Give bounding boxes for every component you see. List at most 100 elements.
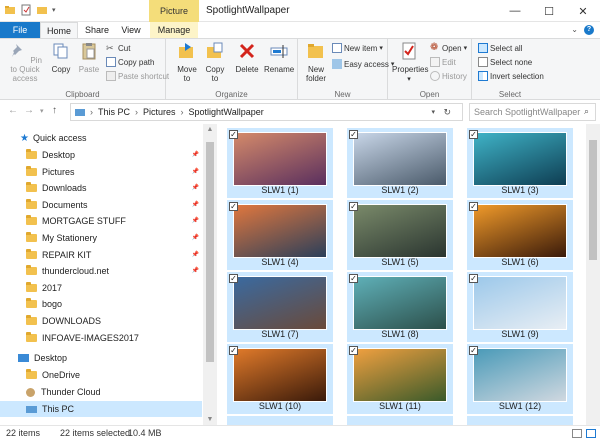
maximize-button[interactable]: ☐ — [532, 0, 566, 22]
pin-icon[interactable]: 📌 — [192, 201, 199, 208]
content-scrollbar-thumb[interactable] — [589, 140, 597, 260]
tab-home[interactable]: Home — [40, 22, 78, 38]
pin-icon[interactable]: 📌 — [192, 168, 199, 175]
minimize-button[interactable]: — — [498, 0, 532, 22]
selection-checkbox[interactable]: ✓ — [349, 346, 358, 355]
new-folder-button[interactable]: New folder — [302, 41, 330, 83]
move-to-button[interactable]: Move to — [174, 41, 200, 83]
close-button[interactable]: ✕ — [566, 0, 600, 22]
nav-quick-access-item[interactable]: bogo — [0, 296, 202, 312]
address-bar[interactable]: › This PC › Pictures › SpotlightWallpape… — [70, 103, 463, 121]
tab-view[interactable]: View — [114, 22, 148, 38]
address-dropdown-icon[interactable]: ▾ — [431, 108, 435, 116]
selection-checkbox[interactable]: ✓ — [349, 130, 358, 139]
selection-checkbox[interactable]: ✓ — [229, 202, 238, 211]
nav-quick-access[interactable]: ★ Quick access — [0, 130, 202, 146]
new-item-button[interactable]: New item ▾ — [332, 43, 383, 53]
selection-checkbox[interactable]: ✓ — [469, 274, 478, 283]
nav-quick-access-item[interactable]: REPAIR KIT 📌 — [0, 247, 202, 263]
selection-checkbox[interactable]: ✓ — [469, 130, 478, 139]
rename-button[interactable]: Rename — [264, 41, 294, 74]
file-tile[interactable]: ✓ SLW1 (1) — [227, 128, 333, 198]
pin-icon[interactable]: 📌 — [192, 267, 199, 274]
nav-quick-access-item[interactable]: DOWNLOADS — [0, 313, 202, 329]
forward-arrow-icon[interactable]: → — [24, 105, 34, 116]
large-icons-view-icon[interactable] — [586, 429, 596, 438]
nav-quick-access-item[interactable]: Documents 📌 — [0, 197, 202, 213]
file-tile[interactable]: ✓ SLW1 (9) — [467, 272, 573, 342]
search-input[interactable]: Search SpotlightWallpaper — [469, 103, 596, 121]
selection-checkbox[interactable]: ✓ — [469, 202, 478, 211]
recent-locations-icon[interactable]: ▾ — [40, 107, 44, 115]
selection-checkbox[interactable]: ✓ — [469, 346, 478, 355]
breadcrumb-pictures[interactable]: Pictures — [143, 107, 176, 117]
selection-checkbox[interactable]: ✓ — [229, 274, 238, 283]
file-tile[interactable]: ✓ SLW1 (12) — [467, 344, 573, 414]
pin-icon[interactable]: 📌 — [192, 251, 199, 258]
nav-scrollbar-thumb[interactable] — [206, 142, 214, 362]
properties-button[interactable]: Properties ▾ — [392, 41, 428, 84]
open-button[interactable]: ❁ Open ▾ — [430, 43, 467, 53]
copy-to-button[interactable]: Copy to — [202, 41, 228, 83]
pin-icon[interactable]: 📌 — [192, 217, 199, 224]
nav-quick-access-item[interactable]: Pictures 📌 — [0, 164, 202, 180]
selection-checkbox[interactable]: ✓ — [229, 346, 238, 355]
refresh-icon[interactable]: ↻ — [443, 107, 451, 118]
file-tile[interactable]: ✓ SLW1 (5) — [347, 200, 453, 270]
up-arrow-icon[interactable]: ↑ — [52, 105, 57, 116]
file-tile[interactable] — [227, 416, 333, 425]
file-tile[interactable]: ✓ SLW1 (6) — [467, 200, 573, 270]
select-all-button[interactable]: Select all — [478, 43, 522, 53]
copy-path-button[interactable]: Copy path — [106, 57, 154, 67]
tab-file[interactable]: File — [0, 22, 40, 38]
file-tile[interactable]: ✓ SLW1 (4) — [227, 200, 333, 270]
pin-quick-access-button[interactable]: Pin to Quick access — [4, 41, 46, 83]
tab-manage[interactable]: Manage — [150, 22, 198, 38]
details-view-icon[interactable] — [572, 429, 582, 438]
breadcrumb-this-pc[interactable]: This PC — [98, 107, 130, 117]
file-tile[interactable]: ✓ SLW1 (2) — [347, 128, 453, 198]
copy-button[interactable]: Copy — [48, 41, 74, 74]
file-tile[interactable] — [467, 416, 573, 425]
file-tile[interactable]: ✓ SLW1 (8) — [347, 272, 453, 342]
nav-quick-access-item[interactable]: 2017 — [0, 280, 202, 296]
pin-icon[interactable]: 📌 — [192, 151, 199, 158]
back-arrow-icon[interactable]: ← — [8, 105, 18, 116]
edit-button[interactable]: Edit — [430, 57, 456, 67]
file-tile[interactable] — [347, 416, 453, 425]
scroll-down-icon[interactable]: ▼ — [203, 416, 217, 423]
nav-this-pc[interactable]: This PC — [0, 401, 202, 417]
content-scrollbar[interactable] — [586, 124, 600, 425]
file-tile[interactable]: ✓ SLW1 (7) — [227, 272, 333, 342]
paste-shortcut-button[interactable]: Paste shortcut — [106, 71, 169, 81]
selection-checkbox[interactable]: ✓ — [349, 202, 358, 211]
chevron-down-icon[interactable]: ⌄ — [571, 25, 578, 34]
delete-button[interactable]: Delete — [234, 41, 260, 74]
nav-quick-access-item[interactable]: INFOAVE-IMAGES2017 — [0, 330, 202, 346]
properties-icon[interactable] — [20, 4, 32, 16]
selection-checkbox[interactable]: ✓ — [349, 274, 358, 283]
select-none-button[interactable]: Select none — [478, 57, 532, 67]
nav-quick-access-item[interactable]: thundercloud.net 📌 — [0, 263, 202, 279]
nav-thunder-cloud[interactable]: Thunder Cloud — [0, 384, 202, 400]
new-folder-icon[interactable] — [36, 4, 48, 16]
file-tile[interactable]: ✓ SLW1 (11) — [347, 344, 453, 414]
invert-selection-button[interactable]: Invert selection — [478, 71, 544, 81]
easy-access-button[interactable]: Easy access ▾ — [332, 59, 394, 69]
nav-quick-access-item[interactable]: MORTGAGE STUFF 📌 — [0, 213, 202, 229]
tab-share[interactable]: Share — [80, 22, 114, 38]
scroll-up-icon[interactable]: ▲ — [203, 126, 217, 133]
pin-icon[interactable]: 📌 — [192, 234, 199, 241]
qat-dropdown-icon[interactable]: ▾ — [52, 6, 56, 14]
cut-button[interactable]: ✂ Cut — [106, 43, 130, 53]
file-tile[interactable]: ✓ SLW1 (3) — [467, 128, 573, 198]
history-button[interactable]: History — [430, 71, 467, 81]
file-tile[interactable]: ✓ SLW1 (10) — [227, 344, 333, 414]
nav-scrollbar[interactable]: ▲ ▼ — [203, 124, 217, 425]
paste-button[interactable]: Paste — [76, 41, 102, 74]
selection-checkbox[interactable]: ✓ — [229, 130, 238, 139]
nav-quick-access-item[interactable]: Desktop 📌 — [0, 147, 202, 163]
nav-desktop-root[interactable]: Desktop — [0, 350, 202, 366]
nav-quick-access-item[interactable]: Downloads 📌 — [0, 180, 202, 196]
nav-onedrive[interactable]: OneDrive — [0, 367, 202, 383]
